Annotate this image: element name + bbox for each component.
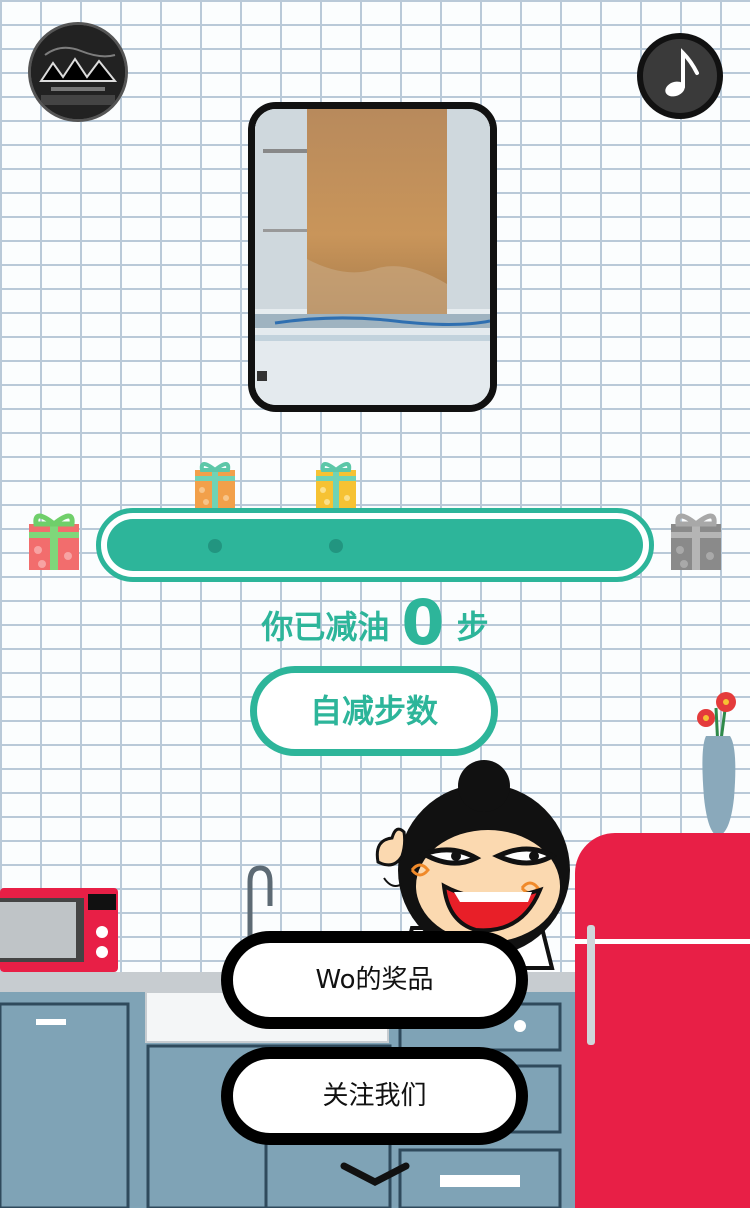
milestone-gift-icon-2 xyxy=(316,462,356,508)
step-count-status: 你已减油 0 步 xyxy=(0,588,750,662)
music-toggle-button[interactable] xyxy=(637,33,723,119)
microwave xyxy=(0,888,118,972)
gift-icon xyxy=(29,513,79,570)
milestone-dot xyxy=(329,539,343,553)
follow-us-button[interactable]: 关注我们 xyxy=(221,1047,528,1145)
refrigerator-details xyxy=(575,925,750,1045)
range-hood-photo xyxy=(248,102,497,412)
mountain-logo-icon xyxy=(31,25,125,119)
self-reduce-steps-button[interactable]: 自减步数 xyxy=(250,666,498,756)
progress-track xyxy=(107,519,643,571)
milestone-dot xyxy=(208,539,222,553)
chevron-down-icon[interactable] xyxy=(340,1160,410,1190)
status-prefix: 你已减油 xyxy=(261,608,390,646)
flower-vase xyxy=(697,692,736,836)
logo[interactable] xyxy=(28,22,128,122)
milestone-gift-icon-1 xyxy=(195,462,235,508)
gift-icon xyxy=(671,513,721,570)
kitchen-background: 你已减油 0 步 自减步数 Wo的奖品 关注我们 xyxy=(0,0,750,1208)
status-suffix: 步 xyxy=(456,608,489,646)
step-count: 0 xyxy=(401,586,445,659)
music-note-icon xyxy=(665,48,699,97)
my-prizes-button[interactable]: Wo的奖品 xyxy=(221,931,528,1029)
